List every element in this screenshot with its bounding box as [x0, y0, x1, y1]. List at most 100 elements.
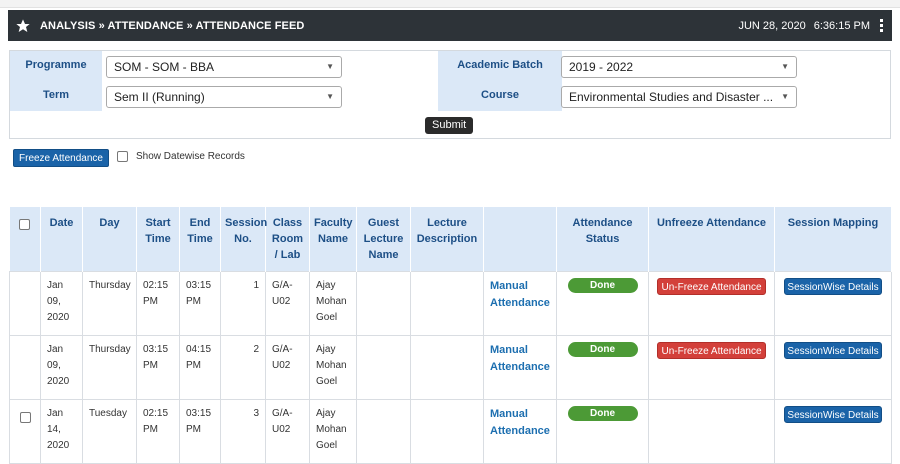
col-class-room: Class Room / Lab	[265, 207, 310, 271]
table-row: Jan 14, 2020 Tuesday 02:15 PM 03:15 PM 3…	[9, 398, 892, 464]
academic-batch-value: 2019 - 2022	[569, 60, 634, 74]
sessionwise-details-button[interactable]: SessionWise Details	[784, 277, 882, 295]
col-unfreeze: Unfreeze Attendance	[648, 207, 775, 271]
sessionwise-details-button[interactable]: SessionWise Details	[784, 405, 882, 423]
col-guest-lecture: Guest Lecture Name	[356, 207, 411, 271]
kebab-menu-icon[interactable]	[878, 19, 884, 32]
faculty-cell: Ajay Mohan Goel	[309, 398, 357, 464]
start-time-cell: 03:15 PM	[136, 334, 180, 400]
header-datetime: JUN 28, 2020 6:36:15 PM	[738, 19, 884, 32]
lecture-description-cell	[410, 270, 484, 336]
table-row: Jan 09, 2020 Thursday 02:15 PM 03:15 PM …	[9, 270, 892, 336]
row-select-cell	[9, 334, 41, 400]
dropdown-arrow-icon: ▼	[326, 92, 334, 101]
select-all-header[interactable]	[9, 207, 41, 271]
dropdown-arrow-icon: ▼	[326, 62, 334, 71]
unfreeze-cell	[648, 398, 775, 464]
dropdown-arrow-icon: ▼	[781, 92, 789, 101]
dropdown-arrow-icon: ▼	[781, 62, 789, 71]
header-date: JUN 28, 2020	[738, 19, 806, 32]
col-end-time: End Time	[179, 207, 221, 271]
date-cell: Jan 09, 2020	[40, 270, 83, 336]
status-badge: Done	[567, 405, 638, 421]
col-manual	[483, 207, 557, 271]
unfreeze-attendance-button[interactable]: Un-Freeze Attendance	[657, 341, 766, 359]
end-time-cell: 04:15 PM	[179, 334, 221, 400]
manual-cell: Manual Attendance	[483, 398, 557, 464]
status-cell: Done	[556, 270, 649, 336]
room-cell: G/A-U02	[265, 398, 310, 464]
academic-batch-label: Academic Batch	[438, 51, 562, 81]
session-no-cell: 1	[220, 270, 266, 336]
room-cell: G/A-U02	[265, 270, 310, 336]
checkbox-icon[interactable]	[117, 151, 128, 162]
attendance-table: Date Day Start Time End Time Session No.…	[9, 207, 892, 464]
lecture-description-cell	[410, 398, 484, 464]
col-start-time: Start Time	[136, 207, 180, 271]
guest-cell	[356, 398, 411, 464]
room-cell: G/A-U02	[265, 334, 310, 400]
manual-attendance-link[interactable]: Manual Attendance	[490, 280, 550, 309]
academic-batch-select[interactable]: 2019 - 2022 ▼	[561, 56, 797, 78]
end-time-cell: 03:15 PM	[179, 398, 221, 464]
day-cell: Thursday	[82, 334, 137, 400]
session-no-cell: 3	[220, 398, 266, 464]
course-label: Course	[438, 81, 562, 111]
start-time-cell: 02:15 PM	[136, 270, 180, 336]
star-icon[interactable]	[14, 17, 32, 35]
show-datewise-label: Show Datewise Records	[136, 151, 245, 162]
col-day: Day	[82, 207, 137, 271]
submit-button[interactable]: Submit	[425, 117, 474, 134]
checkbox-icon[interactable]	[20, 411, 31, 423]
day-cell: Tuesday	[82, 398, 137, 464]
col-lecture-description: Lecture Description	[410, 207, 484, 271]
status-cell: Done	[556, 334, 649, 400]
mapping-cell: SessionWise Details	[774, 270, 892, 336]
programme-label: Programme	[10, 51, 102, 81]
programme-value: SOM - SOM - BBA	[114, 60, 215, 74]
guest-cell	[356, 334, 411, 400]
programme-select[interactable]: SOM - SOM - BBA ▼	[106, 56, 342, 78]
freeze-attendance-button[interactable]: Freeze Attendance	[13, 149, 109, 167]
table-header-row: Date Day Start Time End Time Session No.…	[9, 207, 892, 271]
course-value: Environmental Studies and Disaster ...	[569, 90, 774, 104]
date-cell: Jan 14, 2020	[40, 398, 83, 464]
end-time-cell: 03:15 PM	[179, 270, 221, 336]
manual-attendance-link[interactable]: Manual Attendance	[490, 344, 550, 373]
start-time-cell: 02:15 PM	[136, 398, 180, 464]
row-select-cell	[9, 270, 41, 336]
row-select-cell	[9, 398, 41, 464]
header-time: 6:36:15 PM	[813, 19, 870, 32]
unfreeze-cell: Un-Freeze Attendance	[648, 270, 775, 336]
course-select[interactable]: Environmental Studies and Disaster ... ▼	[561, 86, 797, 108]
term-select[interactable]: Sem II (Running) ▼	[106, 86, 342, 108]
mapping-cell: SessionWise Details	[774, 398, 892, 464]
breadcrumb: ANALYSIS » ATTENDANCE » ATTENDANCE FEED	[40, 19, 305, 32]
faculty-cell: Ajay Mohan Goel	[309, 270, 357, 336]
mapping-cell: SessionWise Details	[774, 334, 892, 400]
page-header: ANALYSIS » ATTENDANCE » ATTENDANCE FEED …	[8, 10, 892, 41]
day-cell: Thursday	[82, 270, 137, 336]
date-cell: Jan 09, 2020	[40, 334, 83, 400]
filter-panel: Programme SOM - SOM - BBA ▼ Academic Bat…	[9, 50, 891, 139]
term-label: Term	[10, 81, 102, 111]
show-datewise-toggle[interactable]: Show Datewise Records	[117, 151, 245, 162]
table-row: Jan 09, 2020 Thursday 03:15 PM 04:15 PM …	[9, 334, 892, 400]
col-session-mapping: Session Mapping	[774, 207, 892, 271]
status-badge: Done	[567, 277, 638, 293]
session-no-cell: 2	[220, 334, 266, 400]
manual-cell: Manual Attendance	[483, 334, 557, 400]
top-strip	[0, 0, 900, 8]
sessionwise-details-button[interactable]: SessionWise Details	[784, 341, 882, 359]
manual-attendance-link[interactable]: Manual Attendance	[490, 408, 550, 437]
unfreeze-attendance-button[interactable]: Un-Freeze Attendance	[657, 277, 766, 295]
term-value: Sem II (Running)	[114, 90, 205, 104]
checkbox-icon[interactable]	[19, 219, 31, 230]
status-badge: Done	[567, 341, 638, 357]
col-faculty: Faculty Name	[309, 207, 357, 271]
guest-cell	[356, 270, 411, 336]
status-cell: Done	[556, 398, 649, 464]
faculty-cell: Ajay Mohan Goel	[309, 334, 357, 400]
unfreeze-cell: Un-Freeze Attendance	[648, 334, 775, 400]
lecture-description-cell	[410, 334, 484, 400]
